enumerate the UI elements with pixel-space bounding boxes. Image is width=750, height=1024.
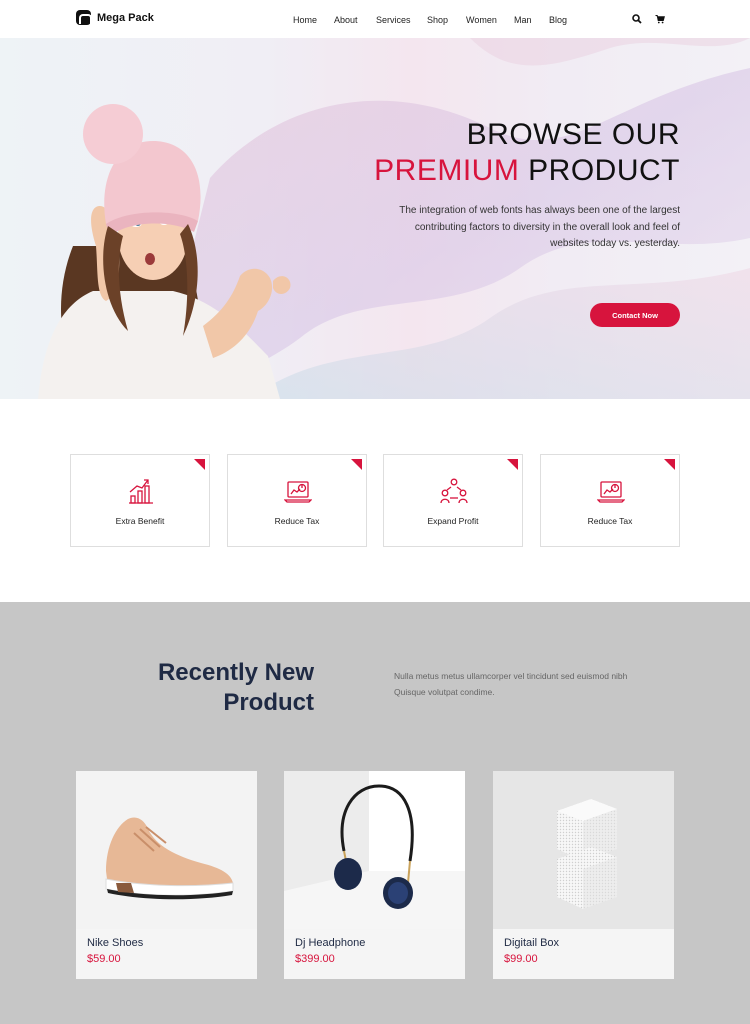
feature-card-reduce-tax[interactable]: Reduce Tax <box>227 454 367 547</box>
feature-label: Reduce Tax <box>274 516 320 526</box>
product-image[interactable] <box>284 771 465 929</box>
nav-item-man[interactable]: Man <box>514 15 532 25</box>
box-illustration <box>557 799 617 909</box>
product-price: $59.00 <box>87 953 121 965</box>
hero-banner: BROWSE OUR PREMIUM PRODUCT The integrati… <box>0 38 750 399</box>
product-name[interactable]: Digitail Box <box>504 937 559 949</box>
recent-products-section: Recently New Product Nulla metus metus u… <box>0 602 750 1024</box>
feature-label: Extra Benefit <box>115 516 165 526</box>
section-title-line1: Recently New <box>157 659 314 686</box>
section-description: Nulla metus metus ullamcorper vel tincid… <box>394 671 628 697</box>
logo-icon <box>76 10 92 25</box>
section-title-line2: Product <box>223 689 314 716</box>
brand-name: Mega Pack <box>97 11 154 24</box>
hero-heading-accent: PREMIUM <box>374 154 520 187</box>
section-title: Recently New Product <box>158 658 314 718</box>
growth-chart-icon <box>129 479 153 504</box>
cart-icon[interactable] <box>655 14 665 24</box>
hero-heading: BROWSE OUR PREMIUM PRODUCT <box>374 117 680 189</box>
product-name[interactable]: Nike Shoes <box>87 937 143 949</box>
brand-logo[interactable]: Mega Pack <box>76 10 154 25</box>
hero-heading-line2: PREMIUM PRODUCT <box>374 153 680 189</box>
nav-item-services[interactable]: Services <box>376 15 411 25</box>
nav-item-women[interactable]: Women <box>466 15 497 25</box>
top-navbar: Mega Pack Home About Services Shop Women… <box>0 0 750 38</box>
network-people-icon <box>440 478 468 504</box>
feature-label: Reduce Tax <box>587 516 633 526</box>
search-icon[interactable] <box>632 14 642 24</box>
contact-now-button[interactable]: Contact Now <box>590 303 680 327</box>
shoe-illustration <box>105 817 234 900</box>
feature-card-reduce-tax-2[interactable]: Reduce Tax <box>540 454 680 547</box>
corner-ribbon <box>507 459 518 470</box>
product-image[interactable] <box>493 771 674 929</box>
corner-ribbon <box>194 459 205 470</box>
hero-description: The integration of web fonts has always … <box>399 205 680 249</box>
product-card-dj-headphone[interactable]: Dj Headphone $399.00 <box>284 771 465 979</box>
headphone-illustration <box>284 771 465 929</box>
nav-item-blog[interactable]: Blog <box>549 15 567 25</box>
product-image[interactable] <box>76 771 257 929</box>
features-section: Extra Benefit Reduce Tax Expand Profit R… <box>0 399 750 602</box>
laptop-report-icon <box>284 481 312 503</box>
hero-heading-rest: PRODUCT <box>519 154 680 187</box>
product-card-nike-shoes[interactable]: Nike Shoes $59.00 <box>76 771 257 979</box>
nav-item-about[interactable]: About <box>334 15 358 25</box>
feature-label: Expand Profit <box>427 516 479 526</box>
feature-card-expand-profit[interactable]: Expand Profit <box>383 454 523 547</box>
girl-illustration <box>38 104 291 399</box>
nav-item-home[interactable]: Home <box>293 15 317 25</box>
product-name[interactable]: Dj Headphone <box>295 937 365 949</box>
product-card-digitail-box[interactable]: Digitail Box $99.00 <box>493 771 674 979</box>
hero-heading-line1: BROWSE OUR <box>466 118 680 151</box>
product-price: $399.00 <box>295 953 335 965</box>
corner-ribbon <box>664 459 675 470</box>
nav-item-shop[interactable]: Shop <box>427 15 448 25</box>
laptop-report-icon <box>597 481 625 503</box>
product-price: $99.00 <box>504 953 538 965</box>
corner-ribbon <box>351 459 362 470</box>
feature-card-extra-benefit[interactable]: Extra Benefit <box>70 454 210 547</box>
